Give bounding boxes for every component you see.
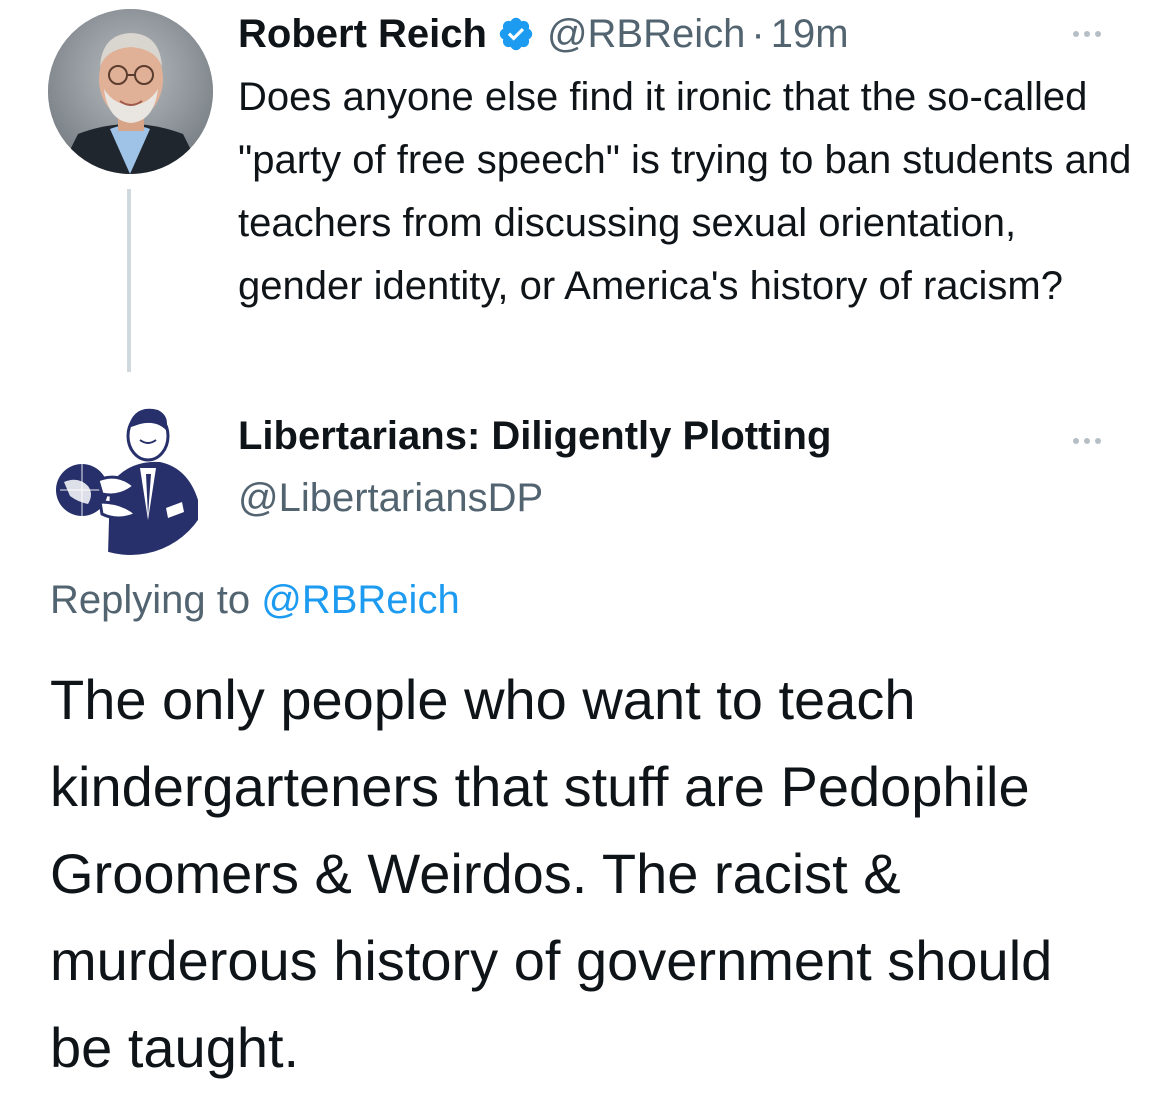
- tweet-text: Does anyone else find it ironic that the…: [238, 75, 1132, 308]
- avatar-photo: [48, 9, 213, 174]
- author-display-name[interactable]: Robert Reich: [238, 12, 487, 57]
- more-options-icon[interactable]: [1073, 24, 1101, 44]
- reply-header: Libertarians: Diligently Plotting: [238, 414, 831, 459]
- author-handle[interactable]: @RBReich: [547, 12, 745, 57]
- replying-to-label: Replying to: [50, 578, 251, 622]
- thread-connector-line: [127, 189, 131, 372]
- tweet-timestamp[interactable]: 19m: [771, 12, 849, 57]
- verified-badge-icon: [497, 15, 535, 53]
- replying-to-mention-link[interactable]: @RBReich: [261, 578, 459, 622]
- reply-author-display-name[interactable]: Libertarians: Diligently Plotting: [238, 414, 831, 459]
- replying-to-line: Replying to @RBReich: [50, 578, 460, 623]
- reply-author-handle[interactable]: @LibertariansDP: [238, 476, 543, 521]
- avatar-robert-reich[interactable]: [48, 9, 213, 174]
- tweet-header: Robert Reich @RBReich · 19m: [238, 6, 849, 62]
- avatar-illustration: [48, 390, 213, 555]
- separator-dot: ·: [751, 11, 765, 56]
- reply-tweet-text: The only people who want to teach kinder…: [50, 668, 1053, 1079]
- more-options-icon[interactable]: [1073, 431, 1101, 451]
- avatar-libertarians-dp[interactable]: [48, 390, 213, 555]
